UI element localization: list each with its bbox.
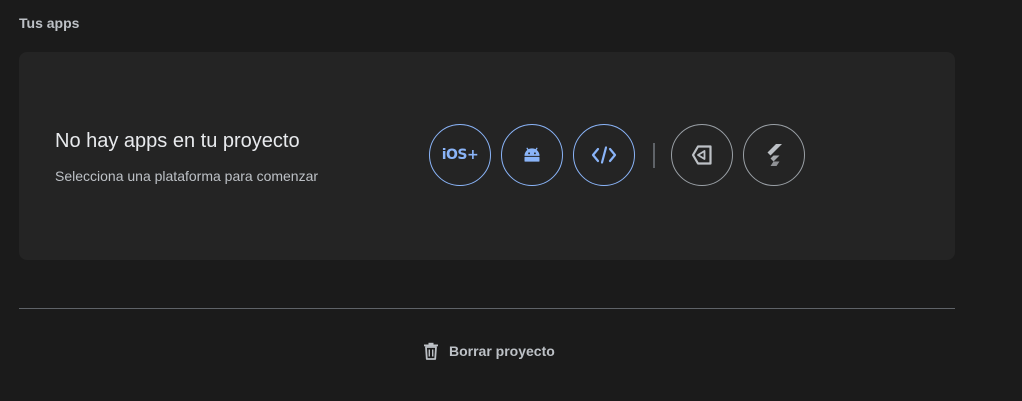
web-code-icon [591,146,617,164]
section-title: Tus apps [19,15,80,31]
add-flutter-app-button[interactable] [743,124,805,186]
trash-icon [424,342,438,360]
apps-card: No hay apps en tu proyecto Selecciona un… [19,52,955,260]
ios-icon: iOS+ [441,147,479,163]
add-ios-app-button[interactable]: iOS+ [429,124,491,186]
add-unity-app-button[interactable] [671,124,733,186]
delete-project-button[interactable]: Borrar proyecto [423,339,555,363]
platform-divider [653,143,655,168]
section-divider [19,308,955,309]
android-icon [524,147,540,162]
delete-project-label: Borrar proyecto [449,343,555,359]
add-web-app-button[interactable] [573,124,635,186]
flutter-icon [767,144,782,166]
unity-icon [691,145,712,165]
add-android-app-button[interactable] [501,124,563,186]
empty-state-subtitle: Selecciona una plataforma para comenzar [55,168,319,184]
empty-state-title: No hay apps en tu proyecto [55,130,300,152]
